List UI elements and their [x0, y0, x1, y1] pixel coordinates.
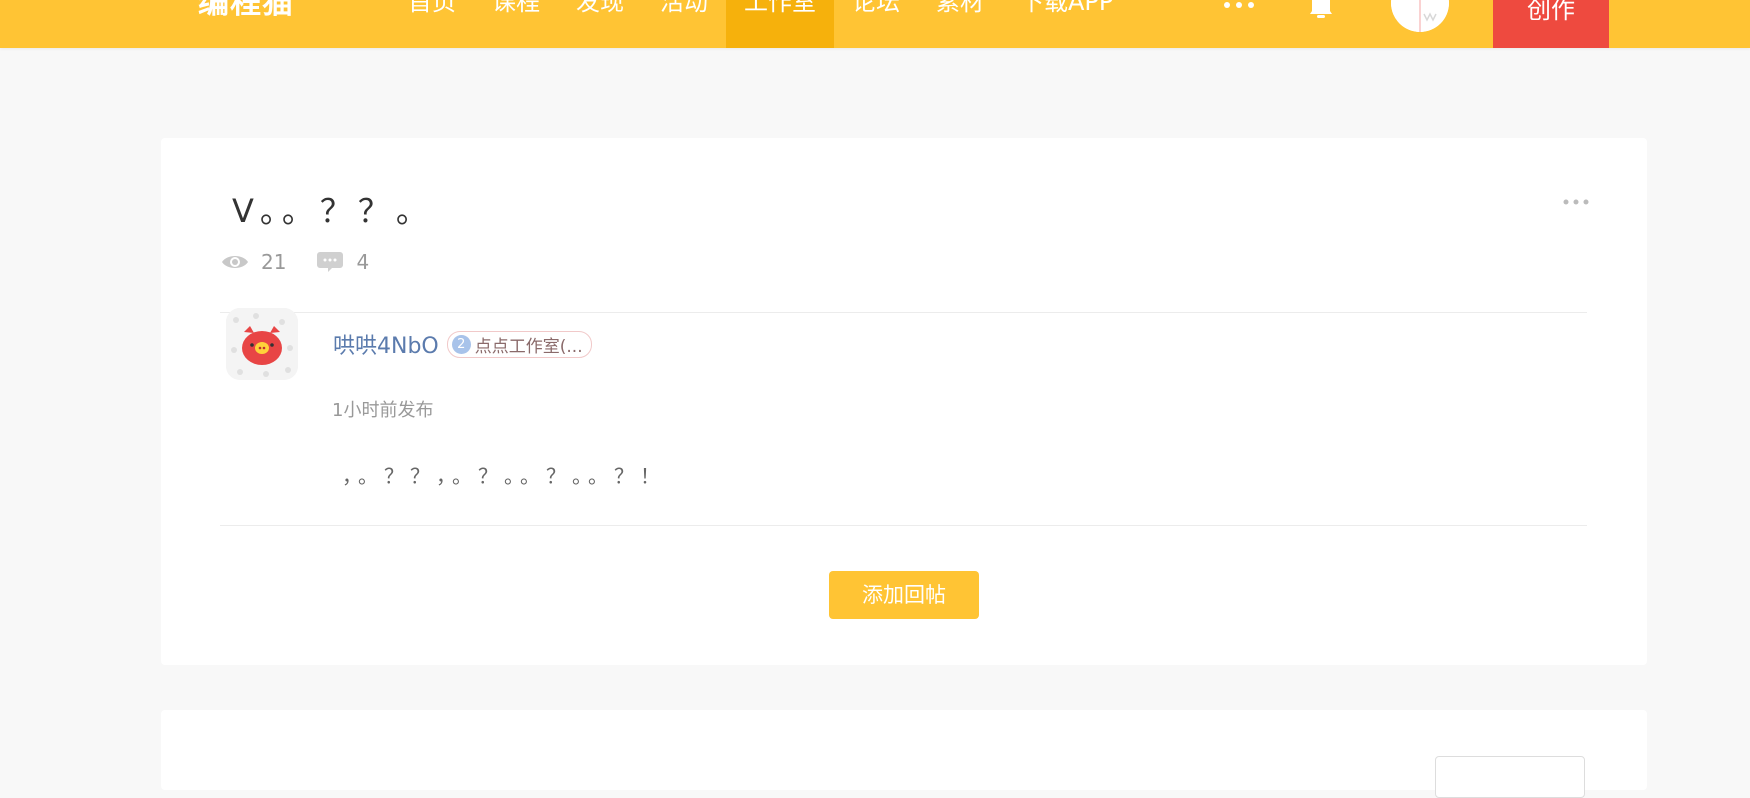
post-card: V。。？？。 21 4 哄哄4NbO 2 点点工作室(... 1小时前发布 ，。… [161, 138, 1647, 665]
nav-item-label: 论坛 [852, 0, 900, 16]
nav-item-label: 课程 [492, 0, 540, 16]
comment-icon [317, 252, 344, 272]
nav-item-label: 下载APP [1020, 0, 1114, 16]
create-button[interactable]: 创作 [1493, 0, 1609, 48]
user-avatar[interactable] [1391, 0, 1449, 32]
eye-icon [222, 256, 248, 268]
post-stats: 21 4 [221, 247, 393, 277]
add-reply-button[interactable]: 添加回帖 [829, 571, 979, 619]
divider [220, 312, 1587, 313]
view-count: 21 [261, 250, 287, 274]
nav-item-materials[interactable]: 素材 [918, 0, 1002, 48]
divider [220, 525, 1587, 526]
reply-author-row: 哄哄4NbO 2 点点工作室(... [333, 328, 592, 360]
avatar-image-icon [1391, 0, 1449, 32]
bell-icon[interactable] [1306, 0, 1336, 20]
pig-avatar-icon [226, 308, 298, 380]
post-title: V。。？？。 [232, 192, 434, 230]
nav-item-forum[interactable]: 论坛 [834, 0, 918, 48]
comment-count: 4 [356, 250, 370, 274]
reply-content: ，。？？，。？。。？。。？！ [342, 464, 666, 488]
nav-item-events[interactable]: 活动 [642, 0, 726, 48]
studio-name: 点点工作室(... [474, 336, 583, 357]
nav-item-discover[interactable]: 发现 [558, 0, 642, 48]
main-nav: 首页 课程 发现 活动 工作室 论坛 素材 下载APP [390, 0, 1131, 48]
nav-item-label: 工作室 [744, 0, 816, 16]
nav-item-home[interactable]: 首页 [390, 0, 474, 48]
reply-author-name[interactable]: 哄哄4NbO [333, 328, 439, 360]
nav-item-courses[interactable]: 课程 [474, 0, 558, 48]
nav-item-studio[interactable]: 工作室 [726, 0, 834, 48]
studio-level-badge: 2 [451, 334, 471, 354]
nav-item-download-app[interactable]: 下载APP [1002, 0, 1131, 48]
top-nav-bar: 编程猫 首页 课程 发现 活动 工作室 论坛 素材 下载APP 创作 [0, 0, 1750, 48]
nav-item-label: 发现 [576, 0, 624, 16]
more-dots-icon[interactable] [1563, 198, 1589, 206]
studio-badge[interactable]: 2 点点工作室(... [446, 330, 592, 358]
more-dots-icon[interactable] [1223, 0, 1255, 12]
nav-item-label: 活动 [660, 0, 708, 16]
create-button-label: 创作 [1527, 0, 1575, 24]
reply-timestamp: 1小时前发布 [332, 400, 434, 421]
replies-card [161, 710, 1647, 798]
nav-item-label: 素材 [936, 0, 984, 16]
sort-select[interactable] [1435, 756, 1585, 798]
nav-item-label: 首页 [408, 0, 456, 16]
site-logo[interactable]: 编程猫 [198, 0, 294, 20]
reply-author-avatar[interactable] [226, 308, 298, 380]
